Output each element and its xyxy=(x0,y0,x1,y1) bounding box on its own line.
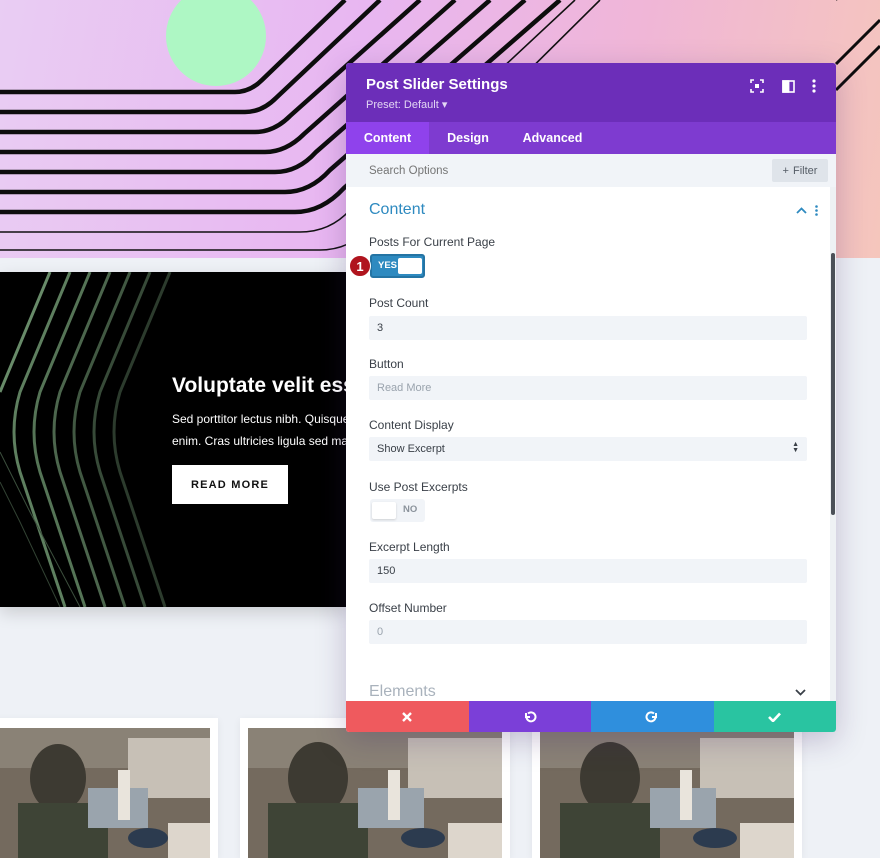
posts-for-current-page-label: Posts For Current Page xyxy=(369,235,496,249)
redo-button[interactable] xyxy=(591,701,714,732)
toggle-knob xyxy=(372,502,396,519)
filter-button[interactable]: + Filter xyxy=(772,159,828,182)
blog-card[interactable] xyxy=(0,718,218,858)
posts-for-current-page-toggle[interactable]: YES xyxy=(370,254,425,278)
content-display-select[interactable]: Show Excerpt ▲ ▼ xyxy=(369,437,807,461)
section-title-elements[interactable]: Elements xyxy=(369,683,436,701)
modal-title: Post Slider Settings xyxy=(366,76,508,93)
modal-footer xyxy=(346,701,836,732)
discard-button[interactable] xyxy=(346,701,469,732)
excerpt-length-label: Excerpt Length xyxy=(369,540,450,554)
more-vertical-icon[interactable] xyxy=(806,78,822,94)
use-post-excerpts-label: Use Post Excerpts xyxy=(369,480,468,494)
undo-button[interactable] xyxy=(468,701,591,732)
check-icon xyxy=(768,712,782,722)
blog-card-image xyxy=(0,728,210,858)
excerpt-length-input[interactable]: 150 xyxy=(369,559,807,583)
button-label: Button xyxy=(369,357,404,371)
chevron-up-icon[interactable] xyxy=(794,203,808,217)
post-count-input[interactable]: 3 xyxy=(369,316,807,340)
save-button[interactable] xyxy=(713,701,836,732)
chevron-down-icon[interactable] xyxy=(793,685,807,699)
redo-icon xyxy=(645,710,658,722)
content-display-label: Content Display xyxy=(369,418,454,432)
step-badge: 1 xyxy=(349,255,371,277)
search-row: + Filter xyxy=(346,154,836,187)
tab-advanced[interactable]: Advanced xyxy=(514,122,591,154)
search-options-input[interactable] xyxy=(346,154,766,187)
section-title-content[interactable]: Content xyxy=(369,201,425,219)
tab-design[interactable]: Design xyxy=(432,122,504,154)
slide-excerpt-line: Sed porttitor lectus nibh. Quisque xyxy=(172,412,348,426)
split-view-icon[interactable] xyxy=(780,78,796,94)
slide-title: Voluptate velit ess xyxy=(172,374,355,397)
section-more-icon[interactable] xyxy=(812,203,820,217)
scrollbar-thumb[interactable] xyxy=(831,253,835,515)
blog-card-image xyxy=(540,728,794,858)
offset-number-input[interactable]: 0 xyxy=(369,620,807,644)
content-display-value: Show Excerpt xyxy=(377,443,445,455)
offset-number-label: Offset Number xyxy=(369,601,447,615)
button-text-input[interactable]: Read More xyxy=(369,376,807,400)
toggle-state-label: YES xyxy=(378,260,398,271)
post-slider-settings-modal: Post Slider Settings Preset: Default ▾ C… xyxy=(346,63,836,732)
preset-dropdown[interactable]: Preset: Default ▾ xyxy=(366,98,447,111)
tab-content[interactable]: Content xyxy=(346,122,429,154)
read-more-button[interactable]: READ MORE xyxy=(172,465,288,504)
blog-card[interactable] xyxy=(240,718,510,858)
expand-icon[interactable] xyxy=(749,78,765,94)
filter-label: Filter xyxy=(792,164,818,177)
slide-excerpt-line: enim. Cras ultricies ligula sed mag xyxy=(172,434,348,448)
plus-icon: + xyxy=(782,164,789,177)
post-count-label: Post Count xyxy=(369,296,429,310)
blog-card-image xyxy=(248,728,502,858)
modal-header: Post Slider Settings Preset: Default ▾ xyxy=(346,63,836,122)
use-post-excerpts-toggle[interactable]: NO xyxy=(370,499,425,522)
undo-icon xyxy=(524,710,537,722)
close-icon xyxy=(402,711,413,722)
blog-card[interactable] xyxy=(532,718,802,858)
toggle-state-label: NO xyxy=(403,504,418,515)
toggle-knob xyxy=(398,258,422,274)
tab-bar: Content Design Advanced xyxy=(346,122,836,154)
slide-excerpt: Sed porttitor lectus nibh. Quisque enim.… xyxy=(172,408,348,452)
select-arrows-icon: ▲ ▼ xyxy=(792,441,799,454)
